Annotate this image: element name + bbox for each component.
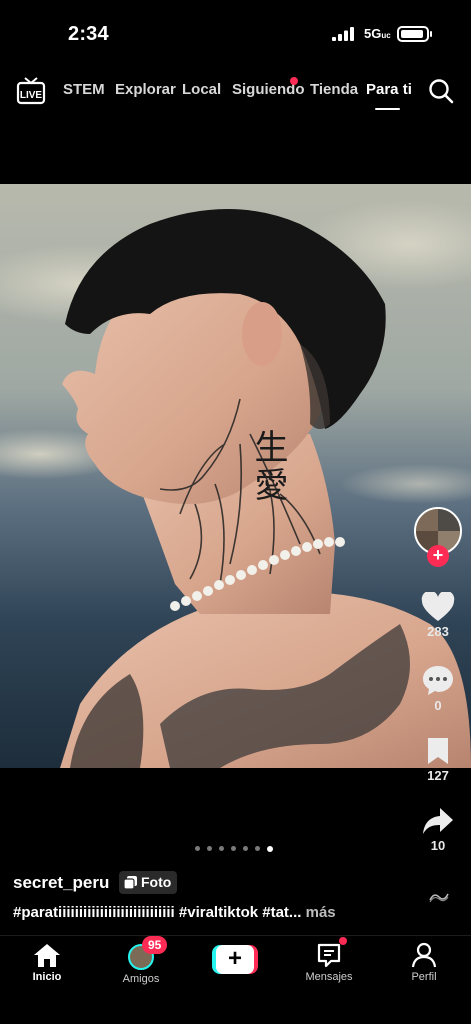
nav-amigos-label: Amigos bbox=[122, 973, 160, 985]
save-button[interactable]: 127 bbox=[413, 736, 463, 783]
network-label: 5Guc bbox=[364, 26, 391, 41]
like-button[interactable]: 283 bbox=[413, 592, 463, 639]
tab-para-ti[interactable]: Para ti bbox=[366, 81, 412, 98]
nav-perfil-label: Perfil bbox=[411, 971, 437, 983]
share-count: 10 bbox=[430, 838, 446, 853]
nav-mensajes-label: Mensajes bbox=[305, 971, 353, 983]
messages-notification-dot bbox=[339, 937, 347, 945]
follow-plus-button[interactable]: + bbox=[427, 545, 449, 567]
active-tab-indicator bbox=[375, 108, 400, 110]
home-icon bbox=[34, 944, 60, 967]
save-count: 127 bbox=[427, 768, 449, 783]
post-photo[interactable]: 生愛 bbox=[0, 184, 471, 768]
svg-text:LIVE: LIVE bbox=[20, 90, 43, 101]
comment-icon bbox=[423, 666, 453, 695]
nav-perfil[interactable]: Perfil bbox=[384, 942, 464, 983]
nav-inicio-label: Inicio bbox=[32, 971, 62, 983]
signal-icon bbox=[332, 27, 354, 41]
tab-explorar[interactable]: Explorar bbox=[115, 81, 176, 98]
photo-icon bbox=[124, 876, 137, 889]
like-count: 283 bbox=[427, 624, 449, 639]
create-button[interactable]: + bbox=[212, 945, 258, 974]
plus-icon: + bbox=[216, 945, 254, 974]
carousel-dot bbox=[207, 846, 212, 851]
carousel-dot bbox=[267, 845, 273, 852]
top-nav: LIVE STEM Explorar Local Siguiendo Tiend… bbox=[0, 72, 471, 112]
tab-stem[interactable]: STEM bbox=[63, 81, 105, 98]
creator-username[interactable]: secret_peru bbox=[13, 873, 109, 893]
carousel-dot bbox=[243, 846, 248, 851]
nav-inicio[interactable]: Inicio bbox=[7, 942, 87, 983]
photo-type-badge: Foto bbox=[119, 871, 178, 894]
comment-button[interactable]: 0 bbox=[413, 664, 463, 713]
carousel-dot bbox=[255, 846, 260, 851]
status-time: 2:34 bbox=[68, 23, 109, 45]
battery-icon bbox=[397, 26, 432, 42]
share-icon bbox=[423, 808, 453, 834]
search-icon[interactable] bbox=[428, 78, 454, 104]
tab-tienda[interactable]: Tienda bbox=[310, 81, 358, 98]
nav-amigos[interactable]: Amigos bbox=[101, 942, 181, 985]
inbox-icon bbox=[317, 943, 341, 968]
sound-disc-icon[interactable] bbox=[428, 890, 450, 904]
carousel-dot bbox=[219, 846, 224, 851]
profile-icon bbox=[411, 942, 437, 968]
comment-count: 0 bbox=[434, 698, 442, 713]
tab-local[interactable]: Local bbox=[182, 81, 221, 98]
heart-icon bbox=[421, 592, 455, 621]
bookmark-icon bbox=[428, 738, 448, 764]
carousel-dot bbox=[231, 846, 236, 851]
photo-type-label: Foto bbox=[141, 874, 172, 890]
caption-text: #paratiiiiiiiiiiiiiiiiiiiiiiiiiiii #vira… bbox=[13, 904, 302, 921]
friends-notification-badge: 95 bbox=[142, 936, 168, 954]
more-link[interactable]: más bbox=[306, 904, 336, 921]
post-caption[interactable]: #paratiiiiiiiiiiiiiiiiiiiiiiiiiiii #vira… bbox=[13, 904, 423, 921]
bottom-nav: Inicio Amigos + Mensajes Perfil bbox=[0, 935, 471, 1024]
share-button[interactable]: 10 bbox=[413, 806, 463, 853]
siguiendo-notification-dot bbox=[290, 77, 298, 85]
live-icon[interactable]: LIVE bbox=[16, 76, 46, 106]
carousel-dot bbox=[195, 846, 200, 851]
carousel-indicator bbox=[195, 845, 273, 852]
status-bar: 2:34 5Guc bbox=[0, 0, 471, 60]
nav-mensajes[interactable]: Mensajes bbox=[289, 942, 369, 983]
tattoo-portrait-image: 生愛 bbox=[0, 184, 471, 768]
